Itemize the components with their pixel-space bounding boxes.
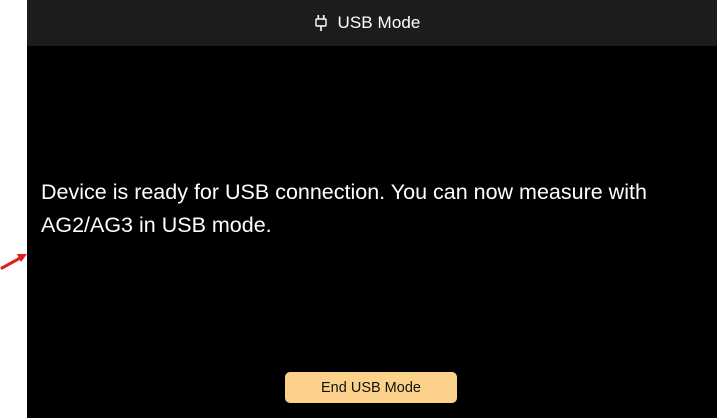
usb-plug-icon [315, 14, 328, 32]
title-bar: USB Mode [27, 0, 717, 46]
page-title: USB Mode [337, 13, 421, 32]
end-usb-mode-button[interactable]: End USB Mode [285, 372, 457, 403]
device-screen: USB Mode Device is ready for USB connect… [27, 0, 717, 418]
annotation-arrow-icon [0, 254, 27, 270]
screenshot-stage: USB Mode Device is ready for USB connect… [0, 0, 717, 418]
status-message: Device is ready for USB connection. You … [41, 180, 647, 237]
